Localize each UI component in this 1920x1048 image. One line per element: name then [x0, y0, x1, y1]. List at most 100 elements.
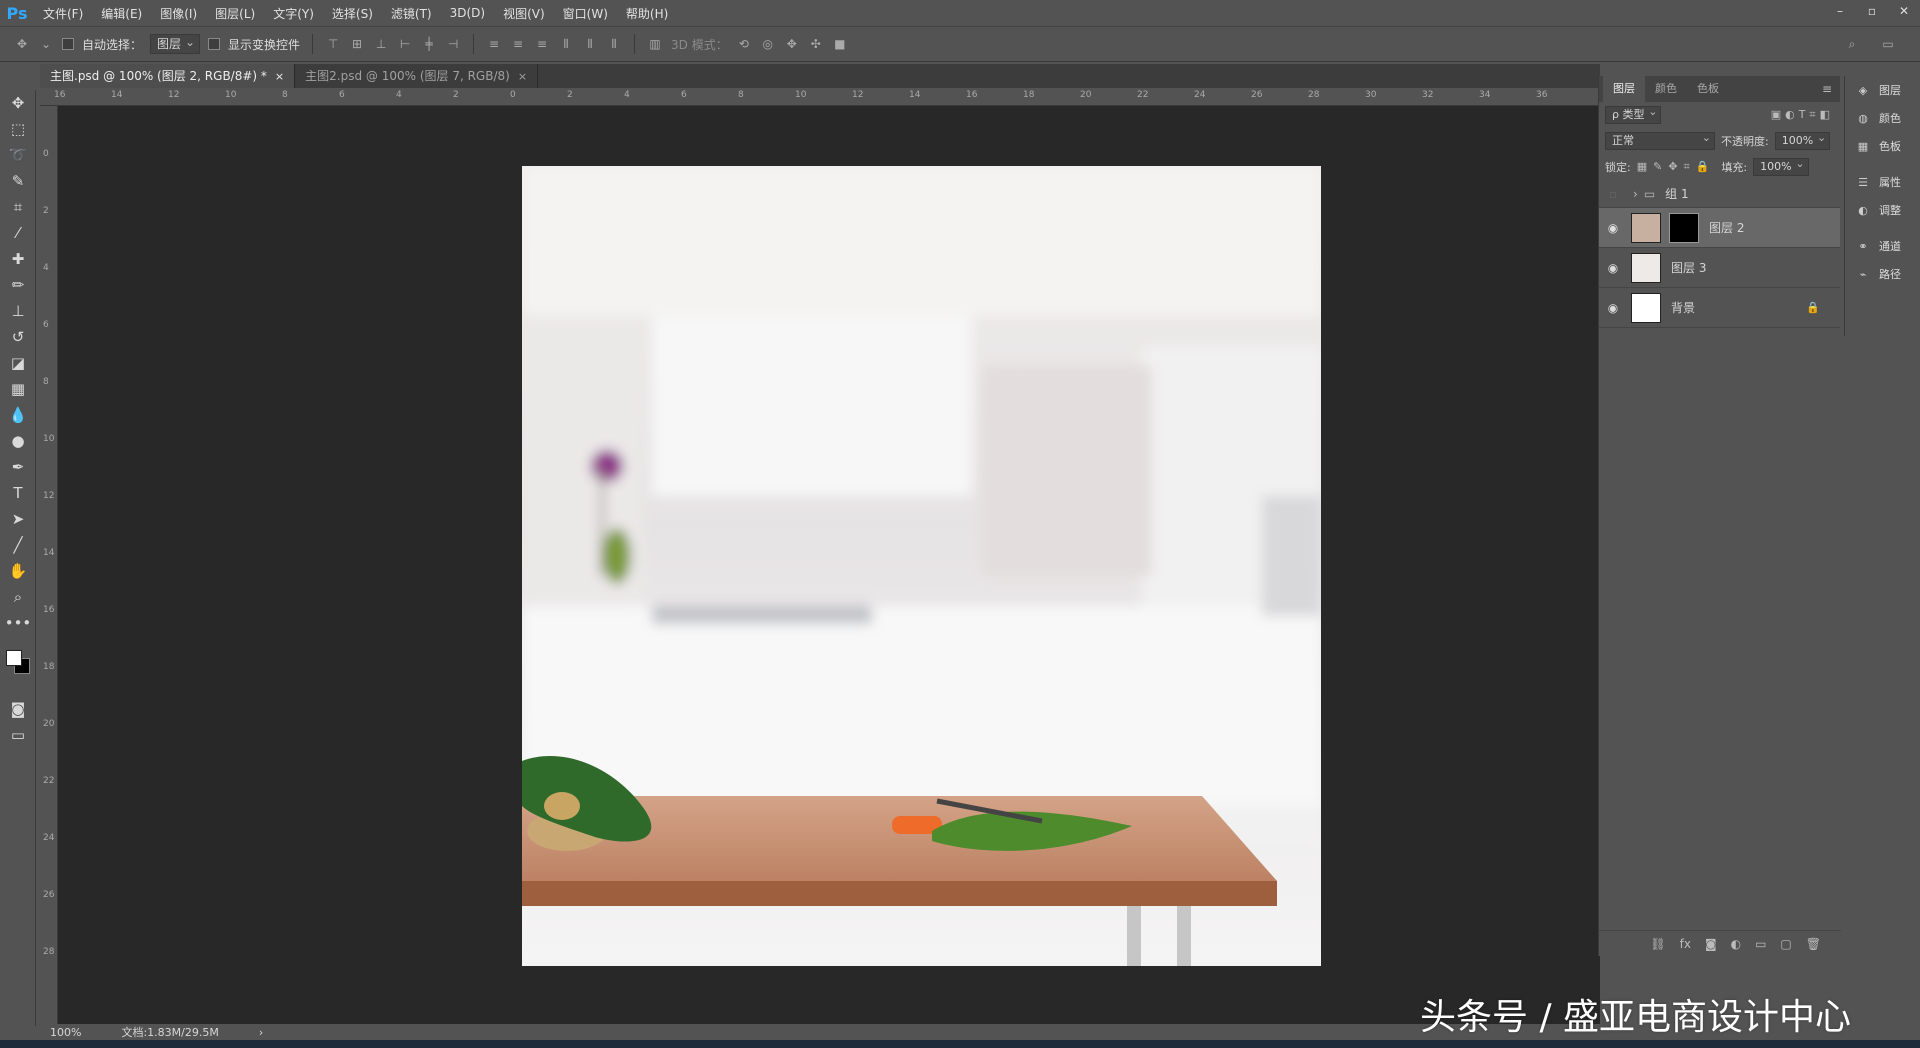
layer-row-layer3[interactable]: ◉ 图层 3: [1599, 248, 1840, 288]
history-brush-icon[interactable]: ↺: [0, 324, 36, 350]
eye-icon[interactable]: ◉: [1603, 261, 1623, 275]
layer-row-group[interactable]: ▫ › ▭ 组 1: [1599, 180, 1840, 208]
align-hcenter-icon[interactable]: ╪: [421, 37, 437, 51]
screen-mode-icon[interactable]: ▭: [0, 722, 36, 748]
transform-controls-checkbox[interactable]: [208, 38, 221, 50]
menu-file[interactable]: 文件(F): [34, 5, 92, 22]
restore-button[interactable]: ▫: [1856, 0, 1888, 22]
menu-edit[interactable]: 编辑(E): [92, 5, 151, 22]
align-top-icon[interactable]: ⊤: [325, 37, 341, 51]
menu-3d[interactable]: 3D(D): [441, 6, 494, 20]
menu-window[interactable]: 窗口(W): [554, 5, 617, 22]
dock-swatches[interactable]: ▦ 色板: [1845, 132, 1920, 160]
align-right-icon[interactable]: ⊣: [445, 37, 461, 51]
layer-row-layer2[interactable]: ◉ 图层 2: [1599, 208, 1840, 248]
close-icon[interactable]: ×: [275, 70, 284, 83]
new-layer-icon[interactable]: ▢: [1780, 937, 1791, 951]
pen-tool-icon[interactable]: ✒: [0, 454, 36, 480]
align-bottom-icon[interactable]: ⊥: [373, 37, 389, 51]
distribute-hcenter-icon[interactable]: ⦀: [582, 37, 598, 51]
align-vcenter-icon[interactable]: ⊞: [349, 37, 365, 51]
status-arrow-icon[interactable]: ›: [259, 1026, 263, 1039]
tab-swatches[interactable]: 色板: [1687, 76, 1729, 102]
layer-row-background[interactable]: ◉ 背景 🔒: [1599, 288, 1840, 328]
fx-icon[interactable]: fx: [1680, 937, 1691, 951]
folder-icon[interactable]: ▭: [1755, 937, 1766, 951]
3d-rotate-icon[interactable]: ⟲: [736, 37, 752, 51]
hand-tool-icon[interactable]: ✋: [0, 558, 36, 584]
distribute-left-icon[interactable]: ⦀: [558, 37, 574, 51]
minimize-button[interactable]: –: [1824, 0, 1856, 22]
menu-select[interactable]: 选择(S): [323, 5, 382, 22]
panel-menu-icon[interactable]: ≡: [1822, 82, 1832, 96]
move-tool-icon[interactable]: ✥: [0, 90, 36, 116]
eye-icon[interactable]: ◉: [1603, 301, 1623, 315]
gradient-tool-icon[interactable]: ▦: [0, 376, 36, 402]
menu-type[interactable]: 文字(Y): [264, 5, 323, 22]
brush-tool-icon[interactable]: ✏: [0, 272, 36, 298]
3d-scale-icon[interactable]: ■: [832, 37, 848, 51]
tab-layers[interactable]: 图层: [1603, 76, 1645, 102]
foreground-color[interactable]: [6, 650, 22, 666]
layer-filter-dropdown[interactable]: ρ 类型: [1605, 104, 1662, 124]
lasso-tool-icon[interactable]: ➰: [0, 142, 36, 168]
chevron-right-icon[interactable]: ›: [1633, 187, 1638, 201]
menu-help[interactable]: 帮助(H): [617, 5, 677, 22]
eye-icon[interactable]: ◉: [1603, 221, 1623, 235]
dock-channels[interactable]: ⚭ 通道: [1845, 232, 1920, 260]
distribute-vcenter-icon[interactable]: ≡: [510, 37, 526, 51]
distribute-bottom-icon[interactable]: ≡: [534, 37, 550, 51]
eraser-tool-icon[interactable]: ◪: [0, 350, 36, 376]
auto-select-checkbox[interactable]: [62, 38, 74, 50]
3d-drag-icon[interactable]: ✥: [784, 37, 800, 51]
marquee-tool-icon[interactable]: ⬚: [0, 116, 36, 142]
path-select-tool-icon[interactable]: ➤: [0, 506, 36, 532]
tab-main2-psd[interactable]: 主图2.psd @ 100% (图层 7, RGB/8) ×: [295, 64, 539, 88]
menu-image[interactable]: 图像(I): [151, 5, 206, 22]
stamp-tool-icon[interactable]: ⊥: [0, 298, 36, 324]
fill-input[interactable]: 100%: [1753, 156, 1809, 176]
healing-tool-icon[interactable]: ✚: [0, 246, 36, 272]
zoom-level[interactable]: 100%: [50, 1026, 81, 1039]
close-icon[interactable]: ×: [518, 70, 527, 83]
distribute-right-icon[interactable]: ⦀: [606, 37, 622, 51]
chevron-down-icon[interactable]: ⌄: [38, 37, 54, 51]
tab-color[interactable]: 颜色: [1645, 76, 1687, 102]
align-left-icon[interactable]: ⊢: [397, 37, 413, 51]
blend-mode-dropdown[interactable]: 正常: [1605, 130, 1715, 150]
dock-layers[interactable]: ◈ 图层: [1845, 76, 1920, 104]
trash-icon[interactable]: 🗑: [1806, 937, 1821, 951]
document-canvas[interactable]: [522, 166, 1321, 966]
color-swatches[interactable]: [0, 636, 36, 696]
search-icon[interactable]: ⌕: [1844, 37, 1860, 51]
layer-mask-thumbnail[interactable]: [1669, 212, 1699, 243]
3d-roll-icon[interactable]: ◎: [760, 37, 776, 51]
dock-color[interactable]: ◍ 颜色: [1845, 104, 1920, 132]
move-tool-icon[interactable]: ✥: [14, 37, 30, 51]
type-tool-icon[interactable]: T: [0, 480, 36, 506]
auto-select-dropdown[interactable]: 图层: [150, 33, 201, 54]
line-tool-icon[interactable]: ╱: [0, 532, 36, 558]
menu-view[interactable]: 视图(V): [494, 5, 554, 22]
eyedropper-tool-icon[interactable]: ⁄: [0, 220, 36, 246]
distribute-top-icon[interactable]: ≡: [486, 37, 502, 51]
workspace-icon[interactable]: ▭: [1880, 37, 1896, 51]
mask-icon[interactable]: ◙: [1705, 937, 1717, 951]
crop-tool-icon[interactable]: ⌗: [0, 194, 36, 220]
close-button[interactable]: ✕: [1888, 0, 1920, 22]
menu-filter[interactable]: 滤镜(T): [382, 5, 441, 22]
auto-align-icon[interactable]: ▥: [647, 37, 663, 51]
dock-properties[interactable]: ☰ 属性: [1845, 168, 1920, 196]
opacity-input[interactable]: 100%: [1774, 130, 1831, 150]
filter-icons[interactable]: ▣◐T⌗◧: [1771, 108, 1834, 122]
more-tools-icon[interactable]: •••: [0, 610, 36, 636]
blur-tool-icon[interactable]: 💧: [0, 402, 36, 428]
dock-adjustments[interactable]: ◐ 调整: [1845, 196, 1920, 224]
visibility-toggle[interactable]: ▫: [1603, 187, 1623, 201]
3d-slide-icon[interactable]: ✣: [808, 37, 824, 51]
zoom-tool-icon[interactable]: ⌕: [0, 584, 36, 610]
quick-mask-icon[interactable]: ◙: [0, 696, 36, 722]
lock-icons[interactable]: ▦✎✥⌗🔒: [1637, 160, 1716, 174]
link-icon[interactable]: ⛓: [1650, 937, 1665, 951]
document-workspace[interactable]: [58, 106, 1600, 1024]
